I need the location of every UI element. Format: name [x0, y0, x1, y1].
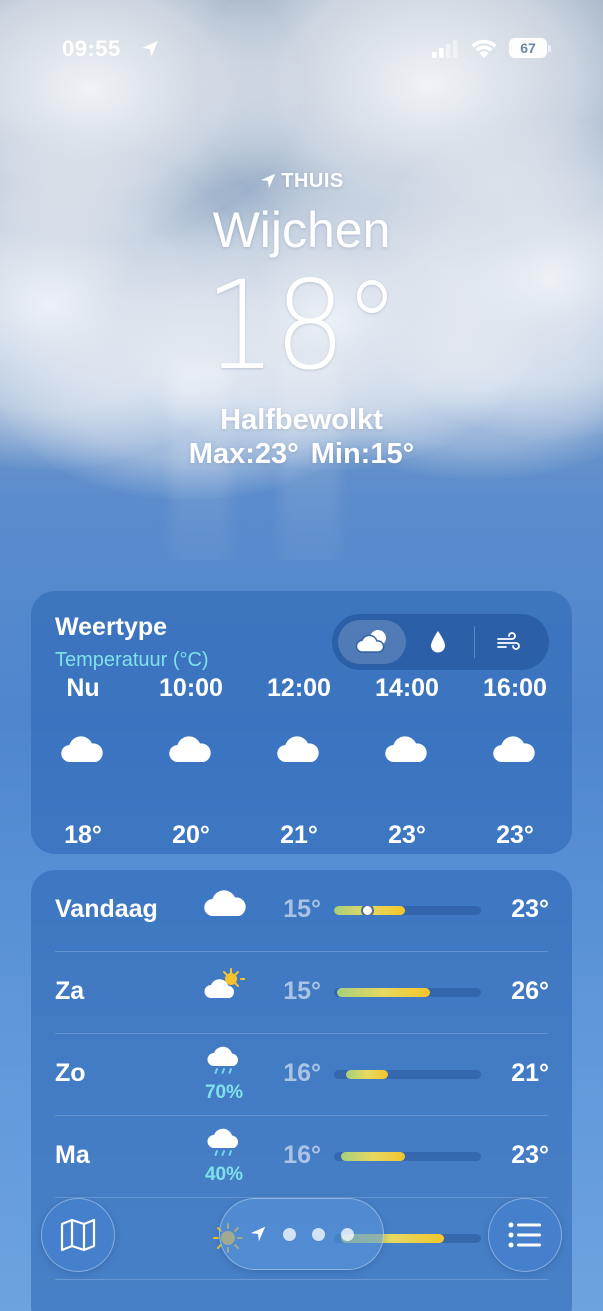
cloud-icon — [137, 703, 245, 793]
hour-label: Nu — [66, 674, 100, 702]
precipitation-chance: 70% — [204, 1082, 244, 1103]
map-icon — [60, 1218, 96, 1252]
battery-cap — [548, 45, 551, 52]
hour-temperature: 20° — [172, 821, 210, 849]
cloud-icon — [461, 703, 569, 793]
day-name: Zo — [55, 1059, 86, 1087]
temperature-range-fill — [341, 1152, 405, 1161]
card-title: Weertype — [55, 613, 168, 641]
day-min-temperature: 16° — [283, 1141, 321, 1169]
tab-conditions[interactable] — [338, 620, 406, 664]
daily-row[interactable]: Ma 40% 16° 23° — [31, 1116, 572, 1198]
hour-column: 14:00 23° — [353, 673, 461, 850]
hour-label: 16:00 — [483, 674, 547, 702]
location-arrow-icon — [261, 173, 276, 189]
current-temperature: 18° — [204, 255, 400, 397]
daily-row[interactable]: Za 15° 26° — [31, 952, 572, 1034]
temperature-range-bar — [334, 906, 481, 915]
max-min-temperature: Max:23° Min:15° — [0, 437, 603, 471]
hour-temperature: 18° — [64, 821, 102, 849]
hour-temperature: 23° — [388, 821, 426, 849]
cloud-icon — [203, 886, 246, 923]
cloud-icon — [29, 703, 137, 793]
cloud-sun-icon — [355, 630, 386, 653]
precipitation-drop-icon — [431, 631, 445, 653]
sun-behind-cloud-icon — [203, 968, 246, 1005]
page-dot — [312, 1227, 325, 1241]
day-name: Ma — [55, 1141, 90, 1169]
cloud-icon — [245, 703, 353, 793]
wifi-icon — [471, 39, 497, 58]
cellular-signal-icon — [432, 40, 458, 58]
status-bar: 09:55 67 — [0, 36, 603, 64]
daily-row[interactable]: Zo 70% 16° 21° — [31, 1034, 572, 1116]
day-name: Za — [55, 977, 85, 1005]
min-temperature: Min:15° — [310, 438, 415, 470]
temperature-range-fill — [336, 988, 430, 997]
daily-row[interactable]: Vandaag 15° 23° — [31, 870, 572, 952]
home-label: THUIS — [259, 168, 344, 194]
day-name: Vandaag — [55, 895, 158, 923]
list-button[interactable] — [488, 1198, 562, 1272]
city-name: Wijchen — [212, 202, 391, 258]
page-dot — [283, 1227, 296, 1241]
day-max-temperature: 26° — [511, 977, 549, 1005]
tab-wind[interactable] — [475, 620, 543, 664]
cloud-icon — [353, 703, 461, 793]
temperature-range-fill — [345, 1070, 389, 1079]
list-icon — [508, 1222, 541, 1248]
temperature-range-bar — [334, 1070, 481, 1079]
day-min-temperature: 15° — [283, 977, 321, 1005]
day-min-temperature: 16° — [283, 1059, 321, 1087]
hour-label: 10:00 — [159, 674, 223, 702]
hour-column: 10:00 20° — [137, 673, 245, 850]
location-arrow-icon — [142, 41, 158, 57]
day-min-temperature: 15° — [283, 895, 321, 923]
hour-temperature: 21° — [280, 821, 318, 849]
battery-level: 67 — [520, 40, 536, 56]
map-button[interactable] — [41, 1198, 115, 1272]
hour-column: Nu 18° — [29, 673, 137, 850]
location-header: THUIS Wijchen 18° Halfbewolkt Max:23° Min… — [0, 168, 603, 471]
bottom-toolbar — [0, 1190, 603, 1280]
wind-icon — [497, 632, 520, 650]
temperature-range-bar — [334, 988, 481, 997]
tab-precipitation[interactable] — [404, 620, 472, 664]
precipitation-chance: 40% — [204, 1164, 244, 1185]
home-label-text: THUIS — [281, 169, 344, 192]
hour-temperature: 23° — [496, 821, 534, 849]
hourly-list[interactable]: Nu 18° 10:00 20° 12:00 21° 14:00 23° 16:00 23° — [31, 673, 572, 849]
card-subtitle: Temperatuur (°C) — [55, 649, 209, 671]
day-max-temperature: 23° — [511, 1141, 549, 1169]
hour-column: 16:00 23° — [461, 673, 569, 850]
day-max-temperature: 23° — [511, 895, 549, 923]
page-indicator[interactable] — [219, 1198, 384, 1270]
status-time: 09:55 — [62, 36, 121, 61]
cloud-rain-icon — [203, 1128, 245, 1163]
hour-label: 14:00 — [375, 674, 439, 702]
battery-icon: 67 — [509, 38, 547, 58]
temperature-range-bar — [334, 1152, 481, 1161]
hourly-forecast-card[interactable]: Weertype Temperatuur (°C) Nu 18° 10:00 20° 1… — [31, 591, 572, 854]
hour-column: 12:00 21° — [245, 673, 353, 850]
layer-selector[interactable] — [332, 614, 549, 670]
page-dot — [341, 1227, 354, 1241]
location-arrow-icon — [250, 1226, 266, 1242]
day-max-temperature: 21° — [511, 1059, 549, 1087]
max-temperature: Max:23° — [188, 438, 299, 470]
current-condition: Halfbewolkt — [220, 404, 383, 436]
hour-label: 12:00 — [267, 674, 331, 702]
cloud-rain-icon — [203, 1046, 245, 1081]
